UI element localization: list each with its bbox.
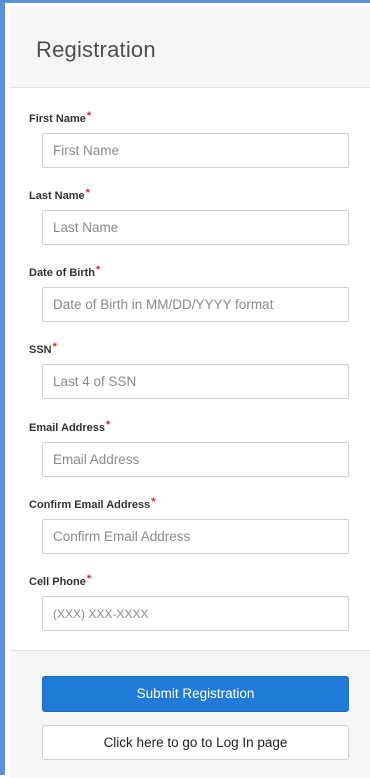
date-of-birth-label-text: Date of Birth (29, 267, 95, 279)
cell-phone-input[interactable] (42, 596, 349, 631)
confirm-email-label-text: Confirm Email Address (29, 499, 151, 511)
required-asterisk: * (151, 496, 156, 508)
required-asterisk: * (52, 341, 57, 353)
ssn-label: SSN* (29, 341, 57, 356)
first-name-label-text: First Name (29, 113, 86, 125)
confirm-email-input[interactable] (42, 519, 349, 554)
cell-phone-label: Cell Phone* (29, 573, 92, 588)
required-asterisk: * (86, 110, 92, 122)
form-footer: Submit Registration Click here to go to … (10, 650, 370, 778)
panel-header: Registration (10, 6, 370, 88)
required-asterisk: * (86, 573, 92, 585)
page-title: Registration (36, 37, 156, 62)
last-name-label-text: Last Name (29, 190, 85, 202)
registration-form: First Name* Last Name* Date of Birth* SS… (10, 88, 370, 650)
date-of-birth-input[interactable] (42, 287, 349, 322)
login-page-link-button[interactable]: Click here to go to Log In page (42, 725, 349, 760)
cell-phone-label-text: Cell Phone (29, 576, 86, 588)
ssn-input[interactable] (42, 364, 349, 399)
first-name-label: First Name* (29, 110, 92, 125)
required-asterisk: * (106, 419, 111, 431)
last-name-label: Last Name* (29, 187, 90, 202)
last-name-input[interactable] (42, 210, 349, 245)
ssn-label-text: SSN (29, 344, 52, 356)
confirm-email-label: Confirm Email Address* (29, 496, 156, 511)
email-address-input[interactable] (42, 442, 349, 477)
first-name-input[interactable] (42, 133, 349, 168)
email-address-label: Email Address* (29, 419, 111, 434)
required-asterisk: * (85, 187, 90, 199)
email-address-label-text: Email Address (29, 422, 106, 434)
submit-registration-button[interactable]: Submit Registration (42, 676, 349, 712)
required-asterisk: * (96, 264, 101, 276)
date-of-birth-label: Date of Birth* (29, 264, 101, 279)
registration-panel: Registration First Name* Last Name* Date… (0, 0, 370, 778)
